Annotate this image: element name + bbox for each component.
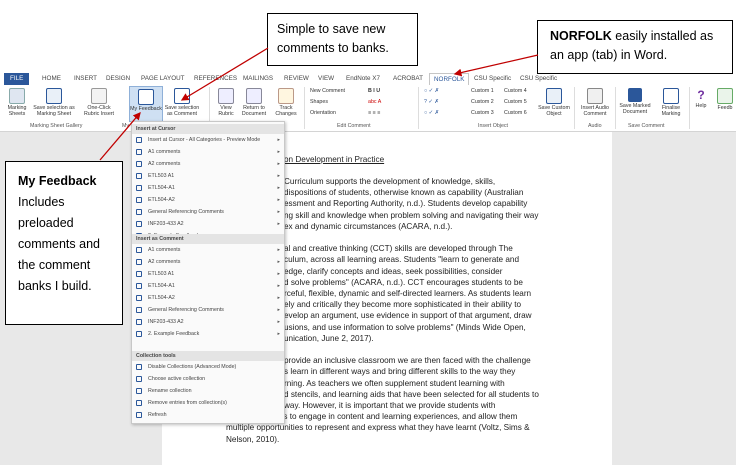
arrow-to-my-feedback [99, 112, 141, 161]
arrow-to-norfolk-tab [453, 54, 539, 77]
arrow-to-save-comment [180, 47, 269, 101]
callout-arrows [99, 47, 539, 161]
